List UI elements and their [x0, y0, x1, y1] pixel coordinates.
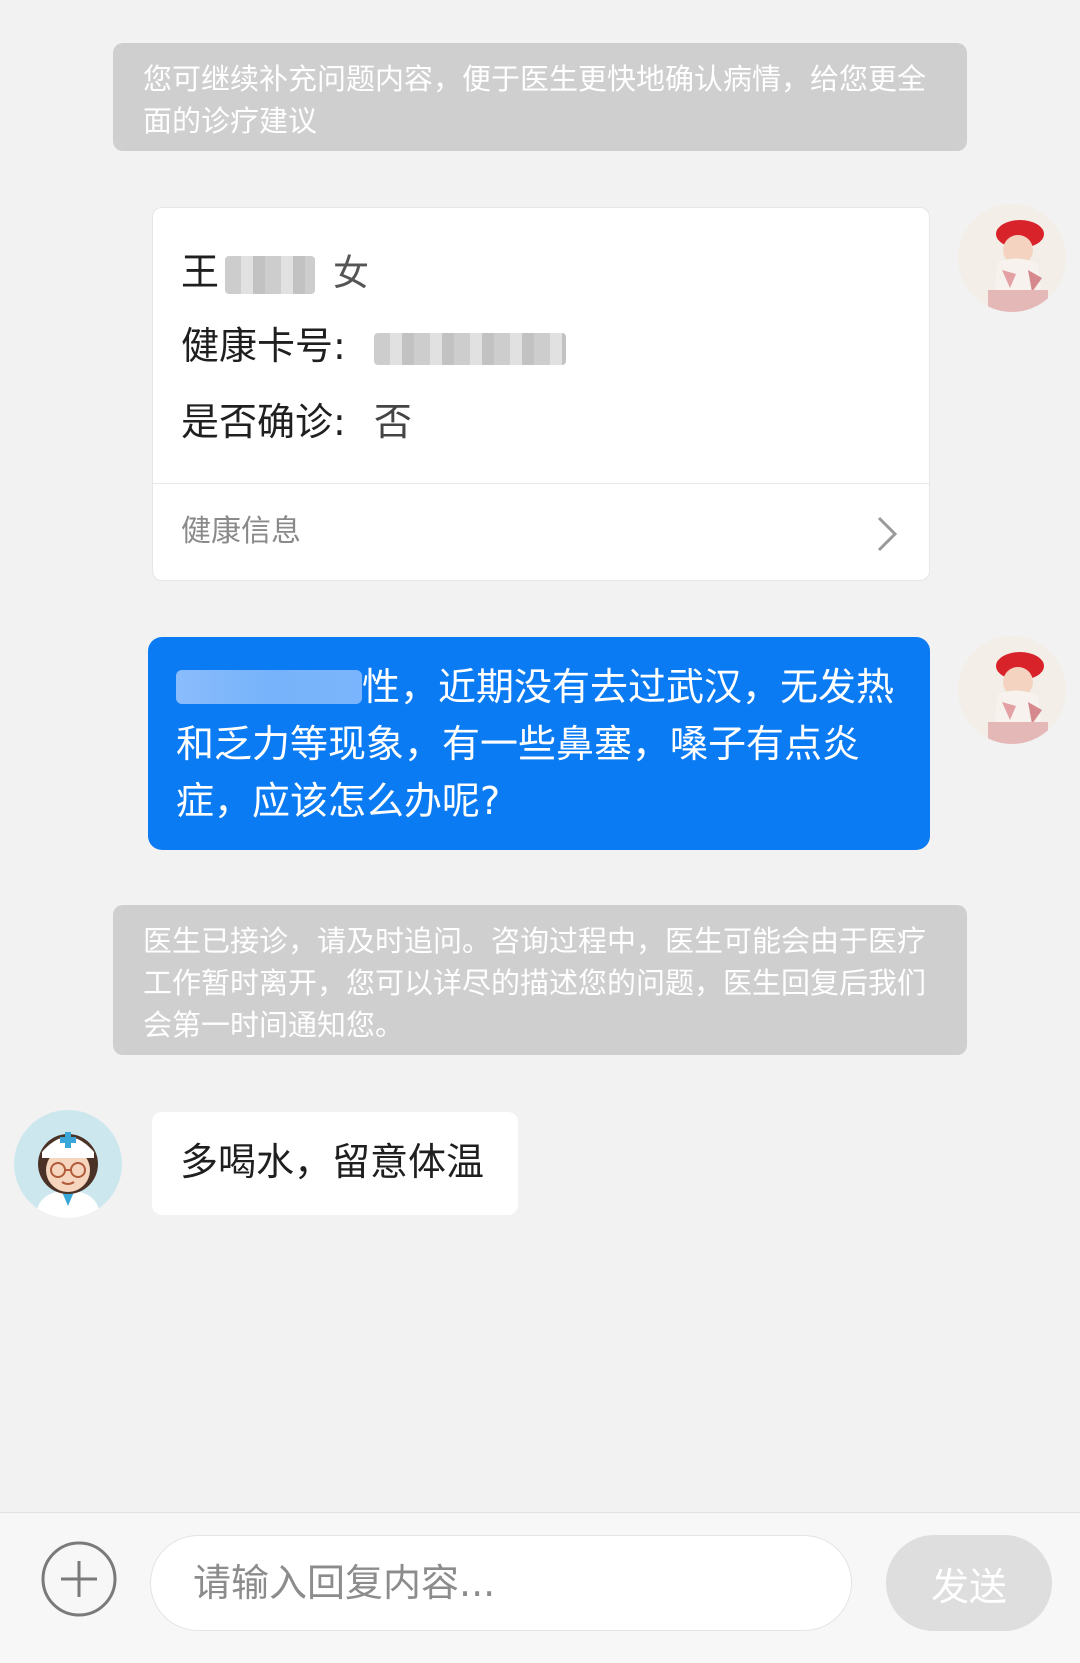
patient-name-row: 王女 [181, 248, 369, 298]
user-photo-icon [958, 636, 1066, 744]
user-message-bubble[interactable]: 性，近期没有去过武汉，无发热和乏力等现象，有一些鼻塞，嗓子有点炎症，应该怎么办呢… [148, 637, 930, 850]
health-card-number-redacted [373, 332, 566, 365]
add-attachment-button[interactable] [40, 1540, 118, 1618]
health-info-link[interactable]: 健康信息 [181, 512, 301, 552]
reply-input[interactable] [150, 1535, 852, 1631]
diagnosis-label: 是否确诊: [181, 400, 346, 444]
patient-name-redacted [225, 255, 316, 294]
user-message-redacted [176, 670, 362, 704]
user-avatar[interactable] [958, 204, 1066, 312]
user-photo-icon [958, 204, 1066, 312]
system-notice-text: 您可继续补充问题内容，便于医生更快地确认病情，给您更全面的诊疗建议 [143, 62, 927, 138]
doctor-message-bubble[interactable]: 多喝水，留意体温 [152, 1112, 518, 1215]
patient-name: 王 [181, 250, 220, 294]
system-notice-text: 医生已接诊，请及时追问。咨询过程中，医生可能会由于医疗工作暂时离开，您可以详尽的… [143, 924, 927, 1042]
health-card-row: 健康卡号: [181, 322, 566, 370]
health-info-row[interactable]: 健康信息 [153, 484, 929, 581]
chevron-right-icon [877, 516, 898, 552]
health-card-label: 健康卡号: [181, 324, 346, 368]
input-bar: 发送 [0, 1512, 1080, 1663]
send-button[interactable]: 发送 [886, 1535, 1052, 1631]
doctor-avatar-icon [14, 1110, 122, 1218]
diagnosis-row: 是否确诊: 否 [181, 398, 412, 446]
system-notice-supplement: 您可继续补充问题内容，便于医生更快地确认病情，给您更全面的诊疗建议 [113, 43, 967, 151]
system-notice-doctor-accepted: 医生已接诊，请及时追问。咨询过程中，医生可能会由于医疗工作暂时离开，您可以详尽的… [113, 905, 967, 1055]
chat-area[interactable]: 您可继续补充问题内容，便于医生更快地确认病情，给您更全面的诊疗建议 王女 健康卡… [0, 0, 1080, 1512]
user-avatar[interactable] [958, 636, 1066, 744]
patient-gender: 女 [333, 253, 370, 294]
doctor-message-text: 多喝水，留意体温 [180, 1140, 485, 1184]
patient-info-card[interactable]: 王女 健康卡号: 是否确诊: 否 健康信息 [152, 207, 930, 581]
diagnosis-value: 否 [373, 400, 412, 444]
doctor-avatar[interactable] [14, 1110, 122, 1218]
